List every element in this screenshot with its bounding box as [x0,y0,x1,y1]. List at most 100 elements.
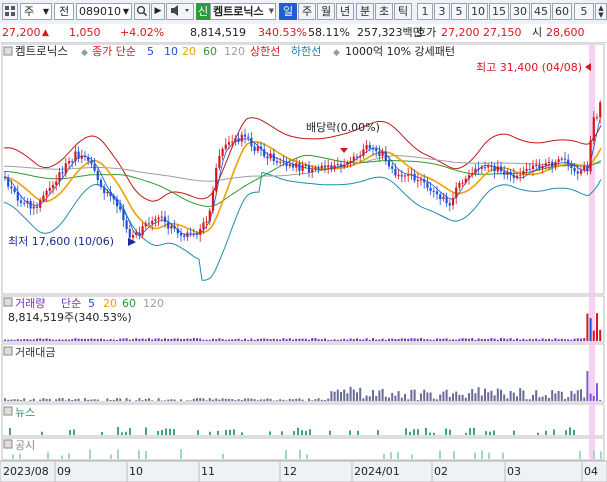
interval-10[interactable]: 10 [468,3,488,20]
candle-body [330,165,333,169]
amount-bar [554,393,557,401]
amount-bar [551,390,554,401]
period-tab-month[interactable]: 월 [317,3,335,20]
chevron-down-icon: ▼ [42,7,49,16]
amount-bar [349,386,352,401]
volume-toggle-icon[interactable] [3,297,13,307]
legend-toggle-icon[interactable] [3,46,13,56]
news-tick [9,428,11,435]
volume-bar [42,339,45,341]
interval-3[interactable]: 3 [434,3,450,20]
news-tick [233,429,235,435]
legend-ma-120[interactable]: 120 [224,45,245,58]
volume-ma-5[interactable]: 5 [88,297,95,310]
new-badge[interactable]: 신 [196,3,210,20]
prev-button[interactable]: 전 [54,3,74,20]
legend-ma-10[interactable]: 10 [164,45,178,58]
disclosure-tick [299,449,301,459]
legend-pattern[interactable]: 1000억 10% 강세패턴 [345,45,455,58]
code-value: 089010 [79,5,121,18]
candle-body [499,166,503,172]
amount-bar [500,389,502,401]
volume-bar [58,339,61,341]
amount-bar [436,399,438,401]
grid-icon[interactable] [2,3,18,20]
period-tab-week[interactable]: 주 [298,3,316,20]
next-icon[interactable]: ▶ [151,3,165,20]
volume-bar [528,338,531,341]
period-tab-minute[interactable]: 분 [356,3,374,20]
disclosure-toggle-icon[interactable] [3,439,13,449]
interval-5[interactable]: 5 [451,3,467,20]
amount-bar [365,395,368,401]
period-tab-second[interactable]: 초 [375,3,393,20]
legend-close-ma[interactable]: 종가 단순 [92,45,136,58]
volume-bar [477,338,480,341]
spin-icon[interactable]: ▲ ▼ [595,3,607,20]
candle-body [224,144,227,149]
volume-bar [250,338,253,341]
candle-body [157,217,160,220]
candle-body [560,158,563,160]
amount-bar [141,400,144,401]
search-icon[interactable] [134,3,150,20]
market-type-select[interactable]: 주 ▼ [20,3,52,20]
candle-body [103,186,106,194]
candle-body [128,229,131,238]
period-tab-day[interactable]: 일 [279,3,297,20]
candle-body [445,196,448,204]
legend-upper-band[interactable]: 상한선 [250,45,280,58]
volume-bar [541,338,544,341]
amount-bar [93,399,96,401]
volume-bar [52,339,54,341]
news-toggle-icon[interactable] [3,406,13,416]
interval-1[interactable]: 1 [417,3,433,20]
amount-bar [589,393,592,401]
volume-ma-20[interactable]: 20 [103,297,117,310]
volume-bar [292,339,294,341]
amount-bar [148,398,150,401]
candle-body [519,174,522,176]
speaker-icon[interactable] [166,3,194,20]
code-input[interactable]: 089010 ▼ [76,3,132,20]
volume-bar [106,339,109,341]
volume-ma-120[interactable]: 120 [143,297,164,310]
volume-bar [452,339,454,341]
legend-ma-5[interactable]: 5 [147,45,154,58]
amount-bar [199,398,202,401]
legend-lower-band[interactable]: 하한선 [291,44,321,58]
volume-bar [362,339,365,341]
chart-canvas[interactable]: 2023/08 09 10 11 12 2024/01 02 03 04 켐트로… [0,42,607,482]
interval-15[interactable]: 15 [489,3,509,20]
amount-bar [343,389,346,401]
candle-body [189,232,192,234]
amount-bar [468,393,470,401]
current-price: 27,200 [2,26,41,39]
period-tab-year[interactable]: 년 [336,3,354,20]
amount-bar [263,399,266,401]
amount-bar [487,392,490,401]
volume-bar [266,338,269,341]
volume-bar [480,339,483,341]
legend-ma-60[interactable]: 60 [203,45,217,58]
interval-30[interactable]: 30 [510,3,530,20]
amount-bar [109,400,112,401]
volume-ma-60[interactable]: 60 [122,297,136,310]
interval-60[interactable]: 60 [552,3,572,20]
amount-toggle-icon[interactable] [3,346,13,356]
interval-45[interactable]: 45 [531,3,551,20]
amount-bar [375,396,378,401]
candle-body [579,170,583,174]
interval-custom[interactable]: 5 [574,3,594,20]
candle-body [35,206,39,208]
disclosure-tick [390,452,392,459]
amount-bar [564,398,566,401]
legend-ma-20[interactable]: 20 [182,45,196,58]
stock-name-field[interactable]: 켐트로닉스 ▼ [210,3,276,20]
disclosure-tick [180,449,182,459]
amount-bar [164,400,166,401]
candle-body [391,166,394,169]
period-tab-tick[interactable]: 틱 [394,3,412,20]
volume-bar [119,338,122,341]
volume-value-label: 8,814,519주(340.53%) [8,311,132,324]
